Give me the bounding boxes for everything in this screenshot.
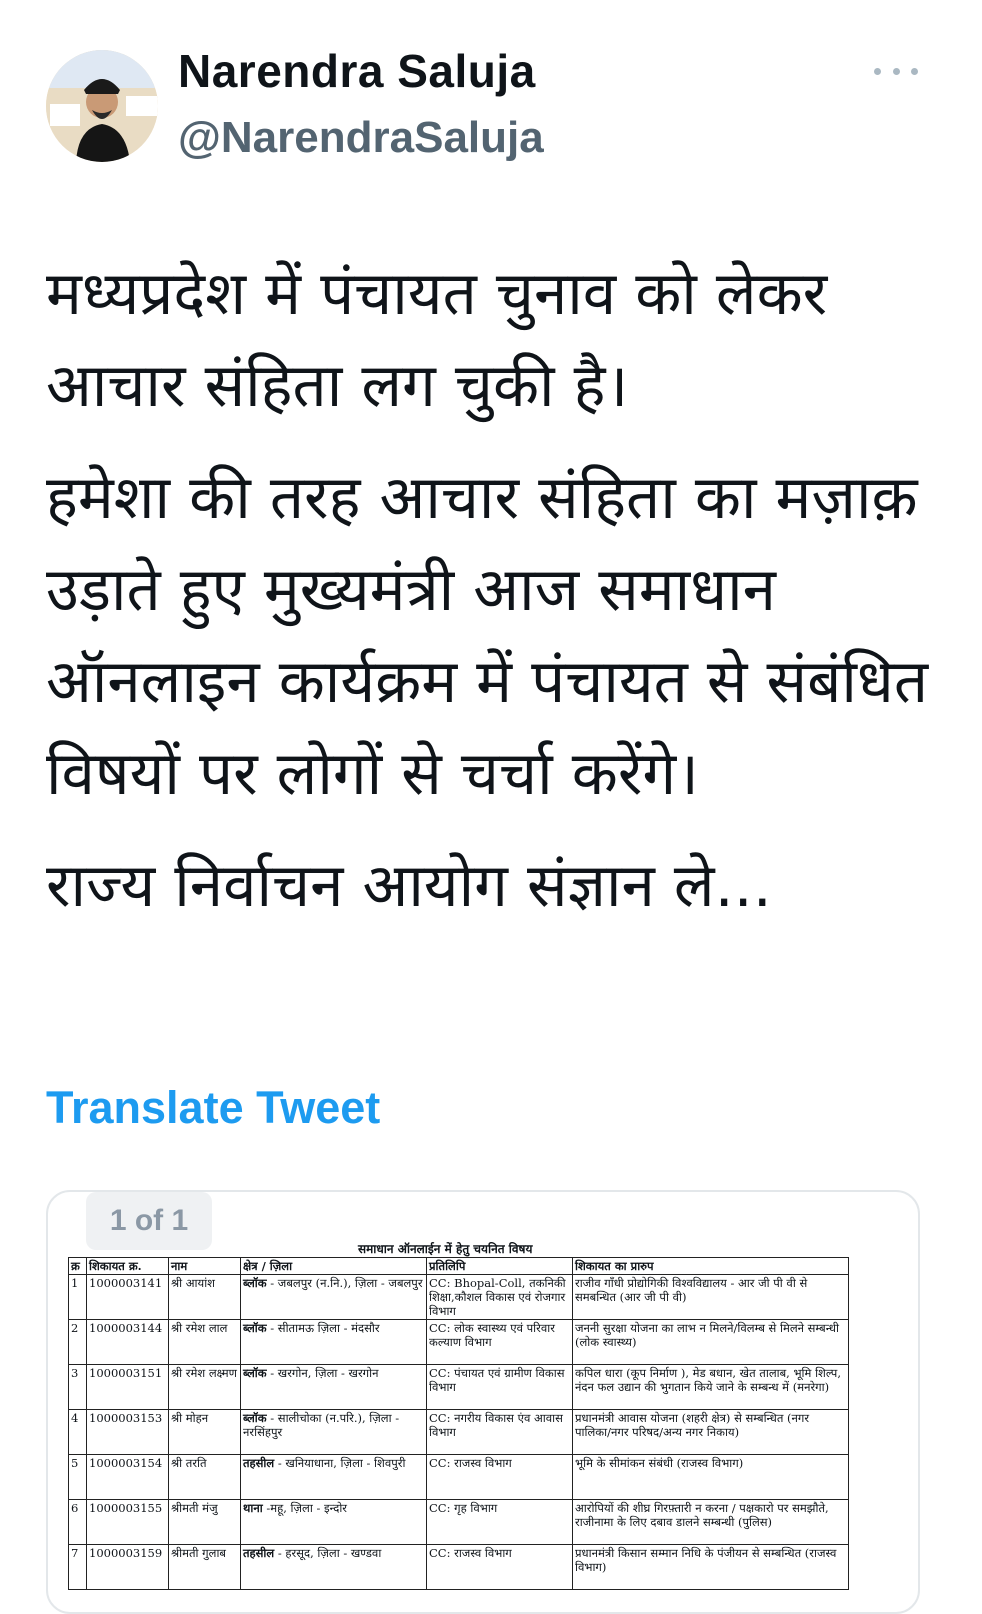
tweet-paragraph: हमेशा की तरह आचार संहिता का मज़ाक़ उड़ात…: [46, 463, 929, 809]
cell-sn: 7: [68, 1544, 87, 1590]
avatar[interactable]: [46, 50, 158, 162]
area-text: - खनियाधाना, ज़िला - शिवपुरी: [274, 1456, 406, 1470]
table-header-row: क्र शिकायत क्र. नाम क्षेत्र / ज़िला प्रत…: [68, 1257, 849, 1275]
cell-complaint: प्रधानमंत्री आवास योजना (शहरी क्षेत्र) स…: [572, 1409, 849, 1455]
cell-name: श्री मोहन: [168, 1409, 241, 1455]
translate-tweet-link[interactable]: Translate Tweet: [46, 1082, 380, 1134]
column-header: क्र: [68, 1257, 87, 1275]
cell-complaint-id: 1000003141: [86, 1274, 169, 1320]
table-row: 1 1000003141 श्री आयांश ब्लॉक - जबलपुर (…: [68, 1274, 849, 1320]
cell-complaint: जननी सुरक्षा योजना का लाभ न मिलने/विलम्ब…: [572, 1319, 849, 1365]
table-row: 6 1000003155 श्रीमती मंजु थाना -महू, ज़ि…: [68, 1499, 849, 1545]
area-text: - जबलपुर (न.नि.), ज़िला - जबलपुर: [266, 1276, 423, 1290]
cell-complaint: आरोपियों की शीघ्र गिरफ़्तारी न करना / पक…: [572, 1499, 849, 1545]
column-header: प्रतिलिपि: [426, 1257, 573, 1275]
table-row: 5 1000003154 श्री तरति तहसील - खनियाधाना…: [68, 1454, 849, 1500]
cell-complaint: राजीव गाँधी प्रोद्योगिकी विश्वविद्यालय -…: [572, 1274, 849, 1320]
table-row: 2 1000003144 श्री रमेश लाल ब्लॉक - सीताम…: [68, 1319, 849, 1365]
cell-complaint: कपिल धारा (कूप निर्माण ), मेड बधान, खेत …: [572, 1364, 849, 1410]
cell-cc: CC: नगरीय विकास एंव आवास विभाग: [426, 1409, 573, 1455]
area-type: तहसील: [243, 1456, 275, 1470]
cell-name: श्री तरति: [168, 1454, 241, 1500]
column-header: शिकायत क्र.: [86, 1257, 169, 1275]
cell-complaint-id: 1000003151: [86, 1364, 169, 1410]
area-text: - हरसूद, ज़िला - खण्डवा: [274, 1546, 382, 1560]
cell-complaint-id: 1000003154: [86, 1454, 169, 1500]
area-type: तहसील: [243, 1546, 275, 1560]
cell-area: तहसील - खनियाधाना, ज़िला - शिवपुरी: [240, 1454, 427, 1500]
tweet-paragraph: राज्य निर्वाचन आयोग संज्ञान ले...: [46, 851, 772, 921]
media-attachment[interactable]: 1 of 1 समाधान ऑनलाईन में हेतु चयनित विषय…: [46, 1190, 920, 1614]
column-header: क्षेत्र / ज़िला: [240, 1257, 427, 1275]
cell-cc: CC: लोक स्वास्थ्य एवं परिवार कल्याण विभा…: [426, 1319, 573, 1365]
cell-name: श्रीमती मंजु: [168, 1499, 241, 1545]
area-type: ब्लॉक: [243, 1276, 267, 1290]
cell-area: ब्लॉक - सालीचोका (न.परि.), ज़िला - नरसिं…: [240, 1409, 427, 1455]
cell-cc: CC: Bhopal-Coll, तकनिकी शिक्षा,कौशल विका…: [426, 1274, 573, 1320]
cell-area: तहसील - हरसूद, ज़िला - खण्डवा: [240, 1544, 427, 1590]
cell-complaint-id: 1000003155: [86, 1499, 169, 1545]
cell-cc: CC: पंचायत एवं ग्रामीण विकास विभाग: [426, 1364, 573, 1410]
tweet-text: मध्यप्रदेश में पंचायत चुनाव को लेकर आचार…: [46, 248, 946, 952]
complaints-table: क्र शिकायत क्र. नाम क्षेत्र / ज़िला प्रत…: [68, 1257, 849, 1590]
cell-area: ब्लॉक - सीतामऊ ज़िला - मंदसौर: [240, 1319, 427, 1365]
cell-area: थाना -महू, ज़िला - इन्दोर: [240, 1499, 427, 1545]
display-name[interactable]: Narendra Saluja: [178, 44, 536, 98]
column-header: शिकायत का प्रारुप: [572, 1257, 849, 1275]
more-dot-icon: [911, 67, 918, 75]
cell-name: श्रीमती गुलाब: [168, 1544, 241, 1590]
area-type: थाना: [243, 1501, 263, 1515]
user-handle[interactable]: @NarendraSaluja: [178, 113, 544, 163]
profile-photo-icon: [46, 50, 158, 162]
cell-name: श्री आयांश: [168, 1274, 241, 1320]
area-text: - सालीचोका (न.परि.), ज़िला - नरसिंहपुर: [243, 1411, 400, 1439]
document-title: समाधान ऑनलाईन में हेतु चयनित विषय: [358, 1242, 533, 1256]
more-dot-icon: [892, 67, 900, 75]
area-type: ब्लॉक: [243, 1321, 267, 1335]
cell-name: श्री रमेश लाल: [168, 1319, 241, 1365]
table-row: 3 1000003151 श्री रमेश लक्ष्मण ब्लॉक - ख…: [68, 1364, 849, 1410]
cell-sn: 6: [68, 1499, 87, 1545]
cell-sn: 2: [68, 1319, 87, 1365]
cell-complaint: भूमि के सीमांकन संबंधी (राजस्व विभाग): [572, 1454, 849, 1500]
cell-area: ब्लॉक - जबलपुर (न.नि.), ज़िला - जबलपुर: [240, 1274, 427, 1320]
tweet-paragraph: मध्यप्रदेश में पंचायत चुनाव को लेकर आचार…: [46, 259, 828, 421]
table-row: 7 1000003159 श्रीमती गुलाब तहसील - हरसूद…: [68, 1544, 849, 1590]
page-indicator: 1 of 1: [86, 1192, 212, 1250]
cell-complaint: प्रधानमंत्री किसान सम्मान निधि के पंजीयन…: [572, 1544, 849, 1590]
area-text: - खरगोन, ज़िला - खरगोन: [266, 1366, 379, 1380]
table-row: 4 1000003153 श्री मोहन ब्लॉक - सालीचोका …: [68, 1409, 849, 1455]
cell-name: श्री रमेश लक्ष्मण: [168, 1364, 241, 1410]
cell-area: ब्लॉक - खरगोन, ज़िला - खरगोन: [240, 1364, 427, 1410]
area-type: ब्लॉक: [243, 1411, 267, 1425]
area-text: - सीतामऊ ज़िला - मंदसौर: [266, 1321, 380, 1335]
area-text: -महू, ज़िला - इन्दोर: [262, 1501, 348, 1515]
cell-complaint-id: 1000003159: [86, 1544, 169, 1590]
more-options-button[interactable]: [874, 56, 918, 86]
cell-cc: CC: राजस्व विभाग: [426, 1544, 573, 1590]
cell-sn: 3: [68, 1364, 87, 1410]
cell-cc: CC: गृह विभाग: [426, 1499, 573, 1545]
area-type: ब्लॉक: [243, 1366, 267, 1380]
cell-complaint-id: 1000003153: [86, 1409, 169, 1455]
column-header: नाम: [168, 1257, 241, 1275]
cell-cc: CC: राजस्व विभाग: [426, 1454, 573, 1500]
more-dot-icon: [874, 67, 881, 75]
cell-complaint-id: 1000003144: [86, 1319, 169, 1365]
cell-sn: 4: [68, 1409, 87, 1455]
cell-sn: 1: [68, 1274, 87, 1320]
cell-sn: 5: [68, 1454, 87, 1500]
